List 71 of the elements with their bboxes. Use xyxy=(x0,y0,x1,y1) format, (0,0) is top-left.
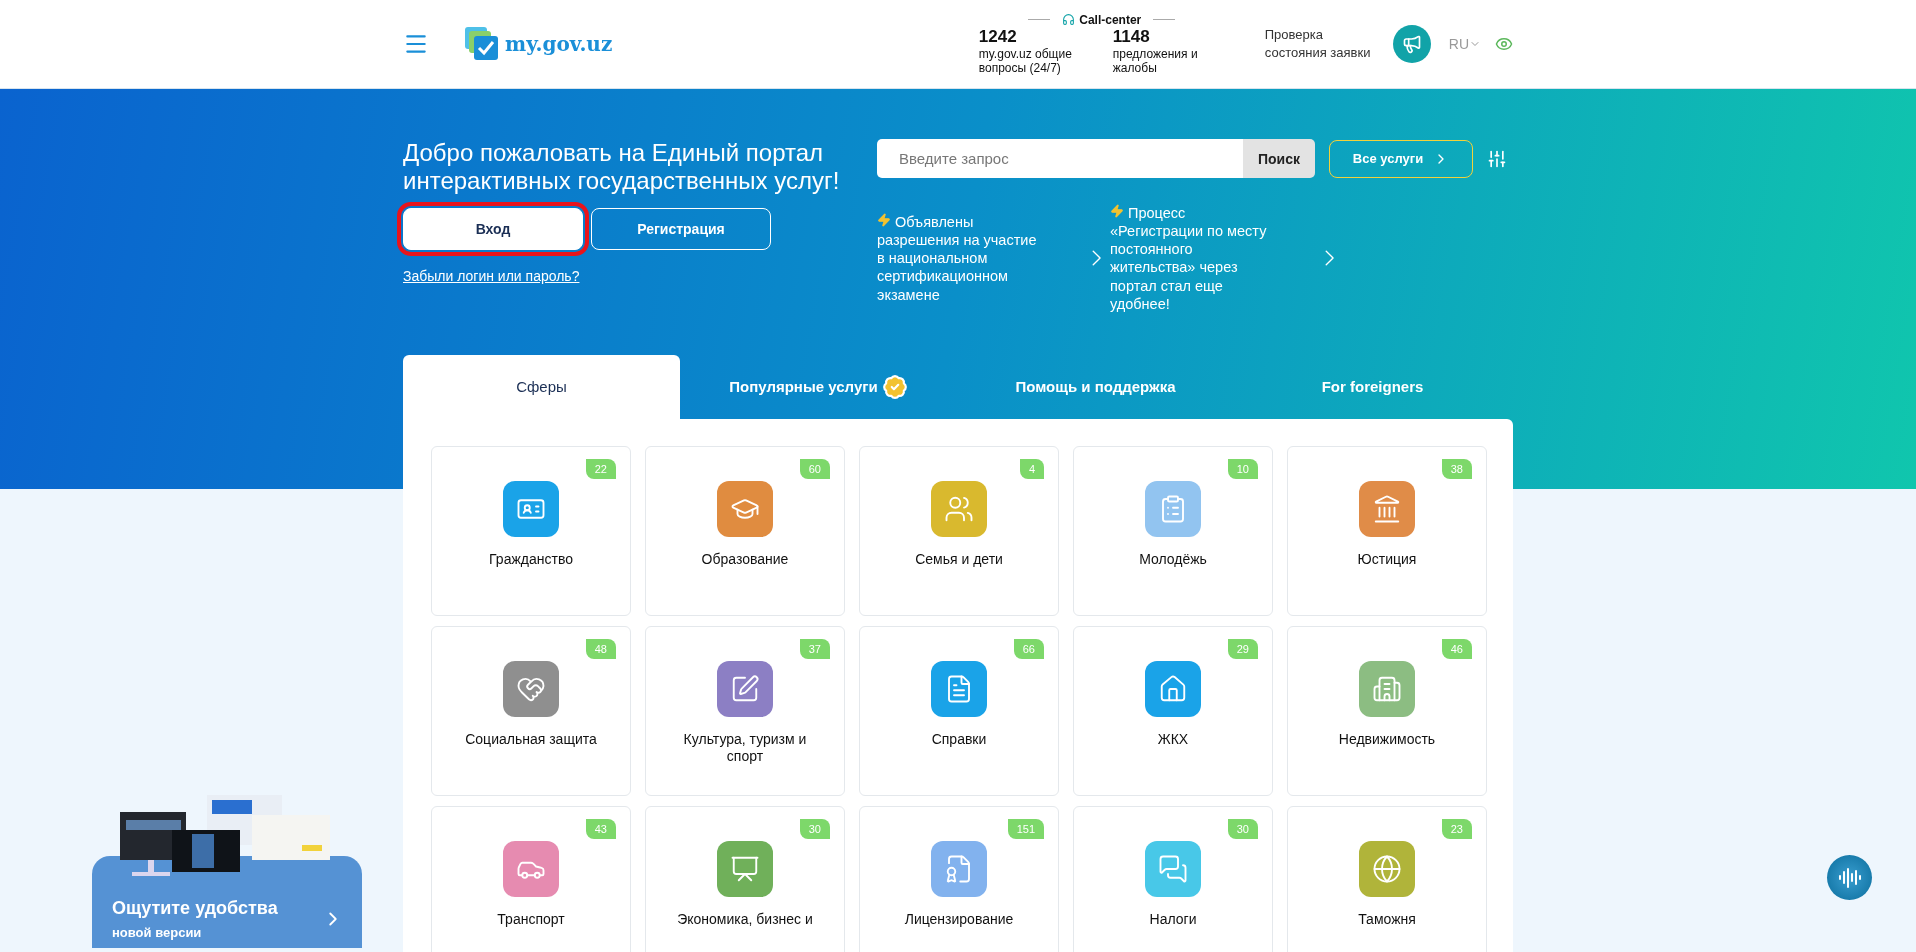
eye-icon[interactable] xyxy=(1495,35,1513,53)
category-card[interactable]: 46 Недвижимость xyxy=(1287,625,1487,796)
search-field[interactable]: Введите запрос xyxy=(877,139,1243,178)
category-name: Экономика, бизнес и xyxy=(677,910,813,928)
category-card[interactable]: 48 Социальная защита xyxy=(431,625,631,796)
service-count: 37 xyxy=(799,638,830,659)
search-button[interactable]: Поиск xyxy=(1243,139,1315,178)
category-name: Семья и дети xyxy=(915,550,1003,568)
category-card[interactable]: 60 Образование xyxy=(645,445,845,616)
category-name: Транспорт xyxy=(497,910,565,928)
call-center-title: Call-center xyxy=(1020,12,1184,27)
service-count: 60 xyxy=(799,458,830,479)
service-count: 30 xyxy=(799,818,830,839)
category-name: ЖКХ xyxy=(1157,730,1189,748)
service-count: 48 xyxy=(585,638,616,659)
category-name: Лицензирование xyxy=(904,910,1014,928)
stat-count: 1148 xyxy=(1112,26,1151,47)
logo-icon[interactable] xyxy=(465,27,499,61)
service-count: 46 xyxy=(1441,638,1472,659)
service-count: 66 xyxy=(1013,638,1044,659)
category-card[interactable]: 38 Юстиция xyxy=(1287,445,1487,616)
service-count: 30 xyxy=(1227,818,1258,839)
stat-count: 1242 xyxy=(978,26,1018,47)
category-name: Юстиция xyxy=(1357,550,1417,568)
category-name: Гражданство xyxy=(489,550,573,568)
stat-label: my.gov.uz общие вопросы (24/7) xyxy=(978,46,1073,76)
service-count: 151 xyxy=(1007,818,1044,839)
category-card[interactable]: 43 Транспорт xyxy=(431,805,631,952)
banner-subtitle: новой версии xyxy=(112,925,203,940)
category-card[interactable]: 29 ЖКХ xyxy=(1073,625,1273,796)
megaphone-icon xyxy=(1401,34,1422,54)
category-card[interactable]: 30 Экономика, бизнес и xyxy=(645,805,845,952)
forgot-password-link[interactable]: Забыли логин или пароль? xyxy=(403,268,580,285)
logo-text[interactable]: my.gov.uz xyxy=(505,32,613,56)
tab[interactable]: Сферы xyxy=(403,354,680,419)
service-count: 22 xyxy=(585,458,616,479)
category-card[interactable]: 151 Лицензирование xyxy=(859,805,1059,952)
megaphone-button[interactable] xyxy=(1392,25,1431,63)
category-name: Налоги xyxy=(1149,910,1197,928)
service-count: 23 xyxy=(1441,818,1472,839)
service-count: 10 xyxy=(1227,458,1258,479)
category-card[interactable]: 30 Налоги xyxy=(1073,805,1273,952)
register-button[interactable]: Регистрация xyxy=(591,208,771,251)
service-count: 43 xyxy=(585,818,616,839)
category-card[interactable]: 4 Семья и дети xyxy=(859,445,1059,616)
news-text[interactable]: Объявлены разрешения на участие в национальном сертификационном экзамене xyxy=(877,213,1043,304)
headphones-icon xyxy=(1062,13,1076,27)
category-name: Образование xyxy=(701,550,789,568)
category-card[interactable]: 10 Молодёжь xyxy=(1073,445,1273,616)
welcome-title: Добро пожаловать на Единый портал интерактивных государственных услуг! xyxy=(403,139,841,195)
category-name: Культура, туризм и спорт xyxy=(682,730,808,765)
category-card[interactable]: 66 Справки xyxy=(859,625,1059,796)
filter-icon[interactable] xyxy=(1487,148,1507,169)
service-count: 4 xyxy=(1019,458,1044,479)
category-card[interactable]: 22 Гражданство xyxy=(431,445,631,616)
category-name: Недвижимость xyxy=(1338,730,1436,748)
service-count: 38 xyxy=(1441,458,1472,479)
tab[interactable]: Популярные услуги xyxy=(680,354,957,419)
status-check-link[interactable]: Проверка состояния заявки xyxy=(1264,25,1383,63)
category-name: Справки xyxy=(931,730,987,748)
category-card[interactable]: 23 Таможня xyxy=(1287,805,1487,952)
service-count: 29 xyxy=(1227,638,1258,659)
lightning-icon xyxy=(1110,204,1124,218)
banner-title: Ощутите удобства xyxy=(112,898,279,919)
category-name: Молодёжь xyxy=(1139,550,1207,568)
category-name: Таможня xyxy=(1358,910,1416,928)
category-name: Социальная защита xyxy=(465,730,597,748)
sound-wave-icon xyxy=(1837,865,1862,890)
category-card[interactable]: 37 Культура, туризм и спорт xyxy=(645,625,845,796)
stat-label: предложения и жалобы xyxy=(1112,46,1199,76)
lightning-icon xyxy=(877,213,891,228)
